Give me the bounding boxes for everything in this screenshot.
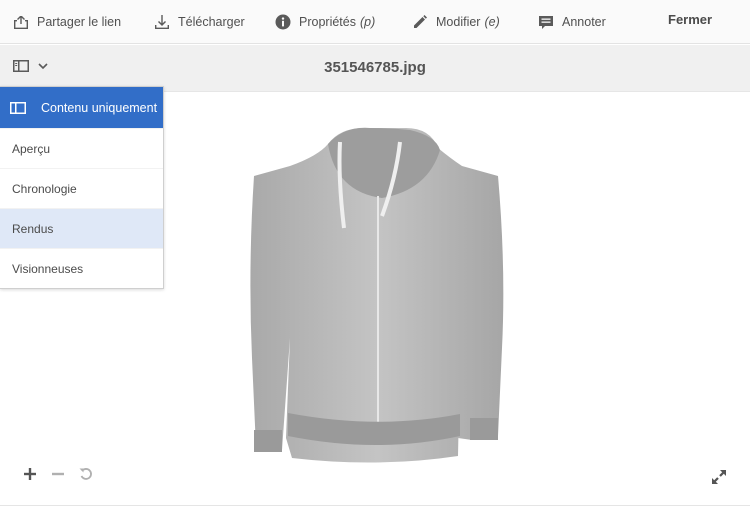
download-icon bbox=[155, 15, 169, 29]
menu-item-content-only[interactable]: Contenu uniquement bbox=[0, 87, 163, 128]
fullscreen-button[interactable] bbox=[710, 468, 728, 491]
menu-item-viewers[interactable]: Visionneuses bbox=[0, 248, 163, 288]
annotate-label: Annoter bbox=[562, 15, 606, 29]
title-bar: 351546785.jpg bbox=[0, 45, 750, 92]
menu-header-label: Contenu uniquement bbox=[41, 100, 158, 115]
plus-icon[interactable] bbox=[22, 466, 38, 482]
menu-item-label: Visionneuses bbox=[12, 261, 84, 276]
share-link-button[interactable]: Partager le lien bbox=[13, 12, 121, 32]
action-toolbar: Partager le lien Télécharger Propriétés … bbox=[0, 0, 750, 44]
comment-icon bbox=[539, 16, 553, 29]
rail-panel-icon bbox=[10, 101, 26, 114]
asset-preview-image bbox=[240, 118, 520, 483]
edit-shortcut: (e) bbox=[484, 15, 500, 29]
menu-item-renditions[interactable]: Rendus bbox=[0, 208, 163, 248]
properties-label: Propriétés bbox=[299, 15, 356, 29]
menu-item-label: Aperçu bbox=[12, 141, 51, 156]
download-button[interactable]: Télécharger bbox=[154, 12, 245, 32]
annotate-button[interactable]: Annoter bbox=[538, 12, 606, 32]
properties-shortcut: (p) bbox=[359, 15, 376, 29]
divider bbox=[0, 505, 750, 506]
share-icon bbox=[14, 16, 28, 29]
fullscreen-icon bbox=[712, 470, 726, 484]
info-icon bbox=[275, 14, 291, 30]
share-link-label: Partager le lien bbox=[37, 15, 122, 29]
pencil-icon bbox=[414, 15, 427, 28]
rail-view-menu: Contenu uniquement Aperçu Chronologie Re… bbox=[0, 86, 164, 289]
file-name-title: 351546785.jpg bbox=[324, 59, 426, 76]
menu-item-overview[interactable]: Aperçu bbox=[0, 128, 163, 168]
minus-icon[interactable] bbox=[50, 466, 66, 482]
menu-item-label: Rendus bbox=[12, 221, 54, 236]
properties-button[interactable]: Propriétés (p) bbox=[275, 12, 375, 32]
close-button[interactable]: Fermer bbox=[668, 12, 712, 27]
edit-button[interactable]: Modifier (e) bbox=[412, 12, 500, 32]
edit-label: Modifier bbox=[436, 15, 481, 29]
menu-item-timeline[interactable]: Chronologie bbox=[0, 168, 163, 208]
download-label: Télécharger bbox=[178, 15, 245, 29]
reset-icon[interactable] bbox=[78, 466, 94, 482]
zoom-controls bbox=[22, 466, 106, 482]
menu-item-label: Chronologie bbox=[12, 181, 77, 196]
